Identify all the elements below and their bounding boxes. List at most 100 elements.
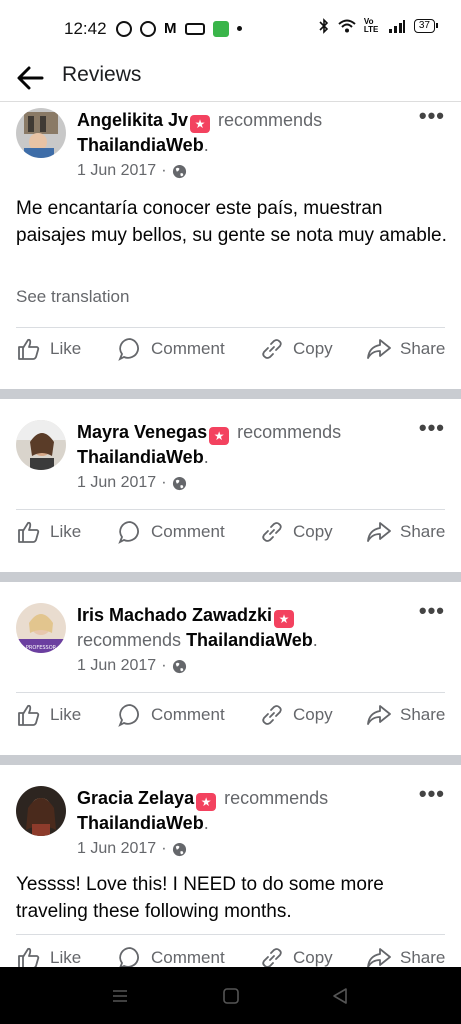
page-name[interactable]: ThailandiaWeb: [77, 813, 204, 833]
recommends-label: recommends: [77, 630, 182, 650]
globe-icon: [172, 476, 186, 490]
recommend-icon: ★: [274, 610, 295, 628]
more-options-icon[interactable]: •••: [419, 417, 445, 439]
comment-button[interactable]: Comment: [117, 945, 225, 967]
action-bar: Like Comment Copy Share: [0, 519, 461, 559]
home-icon[interactable]: [222, 987, 240, 1005]
comment-icon: [118, 338, 139, 361]
review-post: Mayra Venegas ★ recommends ThailandiaWeb. …: [0, 399, 461, 572]
divider: [16, 327, 445, 328]
link-icon: [262, 705, 282, 725]
like-label: Like: [50, 948, 82, 967]
like-button[interactable]: Like: [16, 702, 81, 728]
more-options-icon[interactable]: •••: [419, 600, 445, 622]
share-button[interactable]: Share: [366, 519, 445, 545]
globe-icon: [172, 842, 186, 856]
post-date[interactable]: 1 Jun 2017: [77, 162, 156, 180]
comment-button[interactable]: Comment: [117, 519, 225, 545]
recent-apps-icon[interactable]: [111, 987, 129, 1005]
post-meta: 1 Jun 2017 ·: [77, 474, 187, 492]
share-icon: [367, 948, 391, 967]
copy-button[interactable]: Copy: [259, 519, 333, 545]
copy-button[interactable]: Copy: [259, 702, 333, 728]
battery-level: 37: [418, 20, 430, 31]
comment-button[interactable]: Comment: [117, 702, 225, 728]
page-name[interactable]: ThailandiaWeb: [77, 447, 204, 467]
reviewer-name[interactable]: Gracia Zelaya: [77, 788, 194, 808]
share-label: Share: [400, 339, 446, 358]
back-icon[interactable]: [331, 987, 349, 1005]
post-meta: 1 Jun 2017 ·: [77, 162, 187, 180]
link-icon: [262, 339, 282, 359]
divider: [16, 692, 445, 693]
avatar[interactable]: [16, 420, 66, 470]
like-label: Like: [50, 705, 82, 724]
share-label: Share: [400, 705, 446, 724]
page-name[interactable]: ThailandiaWeb: [186, 630, 313, 650]
battery-icon: 37: [413, 19, 439, 33]
review-post: Angelikita Jv ★ recommends ThailandiaWeb. …: [0, 103, 461, 389]
share-icon: [367, 339, 391, 359]
reviewer-name[interactable]: Angelikita Jv: [77, 110, 188, 130]
action-bar: Like Comment Copy Share: [0, 945, 461, 967]
post-date[interactable]: 1 Jun 2017: [77, 474, 156, 492]
page-name[interactable]: ThailandiaWeb: [77, 135, 204, 155]
share-label: Share: [400, 522, 446, 541]
share-icon: [367, 522, 391, 542]
more-options-icon[interactable]: •••: [419, 783, 445, 805]
comment-label: Comment: [151, 339, 225, 358]
copy-button[interactable]: Copy: [259, 336, 333, 362]
link-icon: [262, 522, 282, 542]
copy-label: Copy: [293, 522, 333, 541]
signal-icon: [388, 20, 405, 33]
review-header: Iris Machado Zawadzki ★ recommends Thailan…: [77, 605, 318, 650]
post-meta: 1 Jun 2017 ·: [77, 840, 187, 858]
like-icon: [18, 338, 40, 360]
like-icon: [18, 947, 40, 967]
like-label: Like: [50, 522, 82, 541]
line-app-icon: [140, 20, 156, 37]
see-translation-link[interactable]: See translation: [16, 287, 129, 307]
status-time: 12:42: [64, 19, 107, 38]
share-button[interactable]: Share: [366, 336, 445, 362]
post-date[interactable]: 1 Jun 2017: [77, 657, 156, 675]
recommend-icon: ★: [190, 115, 211, 133]
comment-label: Comment: [151, 705, 225, 724]
comment-icon: [118, 521, 139, 544]
post-separator: [0, 755, 461, 765]
avatar[interactable]: [16, 786, 66, 836]
reviewer-name[interactable]: Iris Machado Zawadzki: [77, 605, 272, 625]
comment-button[interactable]: Comment: [117, 336, 225, 362]
post-separator: [0, 572, 461, 582]
reviewer-name[interactable]: Mayra Venegas: [77, 422, 207, 442]
copy-label: Copy: [293, 705, 333, 724]
globe-icon: [172, 659, 186, 673]
like-label: Like: [50, 339, 82, 358]
copy-button[interactable]: Copy: [259, 945, 333, 967]
like-icon: [18, 521, 40, 543]
like-button[interactable]: Like: [16, 945, 81, 967]
app-icon: [184, 22, 205, 35]
globe-icon: [172, 164, 186, 178]
page-title: Reviews: [62, 63, 142, 86]
more-options-icon[interactable]: •••: [419, 105, 445, 127]
review-header: Gracia Zelaya ★ recommends ThailandiaWeb.: [77, 788, 329, 833]
action-bar: Like Comment Copy Share: [0, 702, 461, 742]
share-button[interactable]: Share: [366, 945, 445, 967]
back-arrow-icon[interactable]: [14, 62, 46, 94]
avatar[interactable]: PROFESSOR: [16, 603, 66, 653]
like-button[interactable]: Like: [16, 519, 81, 545]
like-icon: [18, 704, 40, 726]
notification-icon: [116, 20, 132, 37]
post-meta: 1 Jun 2017 ·: [77, 657, 187, 675]
wechat-icon: [212, 20, 229, 37]
recommends-label: recommends: [218, 110, 323, 130]
wifi-icon: [338, 19, 356, 33]
review-post: PROFESSOR Iris Machado Zawadzki ★ recommen…: [0, 582, 461, 755]
comment-icon: [118, 704, 139, 727]
avatar[interactable]: [16, 108, 66, 158]
post-date[interactable]: 1 Jun 2017: [77, 840, 156, 858]
like-button[interactable]: Like: [16, 336, 81, 362]
review-text: Me encantaría conocer este país, muestra…: [16, 198, 447, 246]
share-button[interactable]: Share: [366, 702, 445, 728]
